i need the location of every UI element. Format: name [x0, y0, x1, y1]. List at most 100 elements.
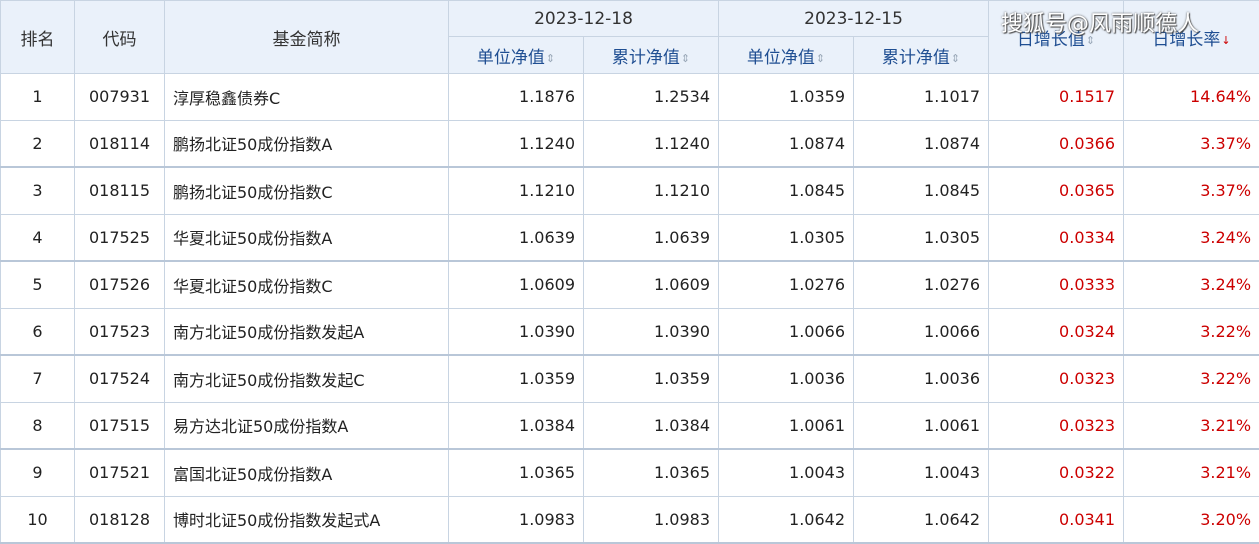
- fund-name-link[interactable]: 南方北证50成份指数发起C: [165, 355, 449, 402]
- sort-desc-icon[interactable]: ↓: [1221, 34, 1230, 47]
- rank-cell: 3: [1, 167, 75, 214]
- daily-rate-cell: 3.37%: [1124, 167, 1259, 214]
- acc-nav-1218-cell: 1.0983: [584, 496, 719, 543]
- table-row: 1007931淳厚稳鑫债券C1.18761.25341.03591.10170.…: [1, 74, 1259, 121]
- header-date-2023-12-15: 2023-12-15: [719, 1, 989, 37]
- sort-icon[interactable]: ⇕: [951, 52, 960, 65]
- fund-name-link[interactable]: 鹏扬北证50成份指数C: [165, 167, 449, 214]
- header-daily-rate[interactable]: 日增长率↓: [1124, 1, 1259, 74]
- daily-change-cell: 0.1517: [989, 74, 1124, 121]
- unit-nav-1215-cell: 1.0359: [719, 74, 854, 121]
- daily-rate-cell: 3.21%: [1124, 449, 1259, 496]
- header-unit-nav-1215[interactable]: 单位净值⇕: [719, 37, 854, 74]
- unit-nav-1218-cell: 1.1876: [449, 74, 584, 121]
- daily-rate-cell: 3.24%: [1124, 261, 1259, 308]
- daily-rate-cell: 14.64%: [1124, 74, 1259, 121]
- acc-nav-1215-cell: 1.0066: [854, 308, 989, 355]
- sort-icon[interactable]: ⇕: [546, 52, 555, 65]
- acc-nav-1218-cell: 1.0384: [584, 402, 719, 449]
- acc-nav-1218-cell: 1.1210: [584, 167, 719, 214]
- daily-rate-cell: 3.24%: [1124, 214, 1259, 261]
- fund-code-link[interactable]: 018114: [75, 120, 165, 167]
- acc-nav-1218-cell: 1.0609: [584, 261, 719, 308]
- daily-change-cell: 0.0333: [989, 261, 1124, 308]
- table-row: 6017523南方北证50成份指数发起A1.03901.03901.00661.…: [1, 308, 1259, 355]
- unit-nav-1218-cell: 1.0390: [449, 308, 584, 355]
- fund-name-link[interactable]: 鹏扬北证50成份指数A: [165, 120, 449, 167]
- table-row: 3018115鹏扬北证50成份指数C1.12101.12101.08451.08…: [1, 167, 1259, 214]
- table-row: 4017525华夏北证50成份指数A1.06391.06391.03051.03…: [1, 214, 1259, 261]
- fund-code-link[interactable]: 017526: [75, 261, 165, 308]
- header-date-2023-12-18: 2023-12-18: [449, 1, 719, 37]
- fund-name-link[interactable]: 富国北证50成份指数A: [165, 449, 449, 496]
- fund-ranking-table: 排名 代码 基金简称 2023-12-18 2023-12-15 日增长值⇕ 日…: [0, 0, 1259, 544]
- header-daily-change[interactable]: 日增长值⇕: [989, 1, 1124, 74]
- header-acc-nav-1215[interactable]: 累计净值⇕: [854, 37, 989, 74]
- fund-name-link[interactable]: 淳厚稳鑫债券C: [165, 74, 449, 121]
- fund-code-link[interactable]: 018115: [75, 167, 165, 214]
- unit-nav-1215-cell: 1.0874: [719, 120, 854, 167]
- rank-cell: 5: [1, 261, 75, 308]
- rank-cell: 9: [1, 449, 75, 496]
- fund-name-link[interactable]: 易方达北证50成份指数A: [165, 402, 449, 449]
- fund-code-link[interactable]: 017521: [75, 449, 165, 496]
- header-acc-nav-1218[interactable]: 累计净值⇕: [584, 37, 719, 74]
- table-row: 5017526华夏北证50成份指数C1.06091.06091.02761.02…: [1, 261, 1259, 308]
- table-row: 7017524南方北证50成份指数发起C1.03591.03591.00361.…: [1, 355, 1259, 402]
- fund-code-link[interactable]: 018128: [75, 496, 165, 543]
- unit-nav-1215-cell: 1.0036: [719, 355, 854, 402]
- table-row: 2018114鹏扬北证50成份指数A1.12401.12401.08741.08…: [1, 120, 1259, 167]
- unit-nav-1218-cell: 1.0609: [449, 261, 584, 308]
- rank-cell: 6: [1, 308, 75, 355]
- unit-nav-1215-cell: 1.0066: [719, 308, 854, 355]
- fund-name-link[interactable]: 华夏北证50成份指数C: [165, 261, 449, 308]
- fund-code-link[interactable]: 017525: [75, 214, 165, 261]
- fund-code-link[interactable]: 017523: [75, 308, 165, 355]
- unit-nav-1215-cell: 1.0061: [719, 402, 854, 449]
- fund-code-link[interactable]: 017515: [75, 402, 165, 449]
- acc-nav-1218-cell: 1.0390: [584, 308, 719, 355]
- header-code: 代码: [75, 1, 165, 74]
- daily-change-cell: 0.0322: [989, 449, 1124, 496]
- daily-rate-cell: 3.20%: [1124, 496, 1259, 543]
- unit-nav-1215-cell: 1.0305: [719, 214, 854, 261]
- rank-cell: 4: [1, 214, 75, 261]
- daily-change-cell: 0.0341: [989, 496, 1124, 543]
- fund-name-link[interactable]: 南方北证50成份指数发起A: [165, 308, 449, 355]
- header-rank: 排名: [1, 1, 75, 74]
- acc-nav-1215-cell: 1.0845: [854, 167, 989, 214]
- rank-cell: 1: [1, 74, 75, 121]
- unit-nav-1218-cell: 1.0365: [449, 449, 584, 496]
- sort-icon[interactable]: ⇕: [816, 52, 825, 65]
- unit-nav-1215-cell: 1.0043: [719, 449, 854, 496]
- rank-cell: 8: [1, 402, 75, 449]
- daily-change-cell: 0.0334: [989, 214, 1124, 261]
- acc-nav-1215-cell: 1.0305: [854, 214, 989, 261]
- acc-nav-1215-cell: 1.0276: [854, 261, 989, 308]
- unit-nav-1215-cell: 1.0845: [719, 167, 854, 214]
- acc-nav-1215-cell: 1.0874: [854, 120, 989, 167]
- unit-nav-1218-cell: 1.0384: [449, 402, 584, 449]
- acc-nav-1215-cell: 1.0642: [854, 496, 989, 543]
- header-unit-nav-1218[interactable]: 单位净值⇕: [449, 37, 584, 74]
- daily-change-cell: 0.0365: [989, 167, 1124, 214]
- header-fund-name: 基金简称: [165, 1, 449, 74]
- fund-name-link[interactable]: 博时北证50成份指数发起式A: [165, 496, 449, 543]
- fund-code-link[interactable]: 007931: [75, 74, 165, 121]
- acc-nav-1215-cell: 1.0043: [854, 449, 989, 496]
- fund-code-link[interactable]: 017524: [75, 355, 165, 402]
- acc-nav-1218-cell: 1.2534: [584, 74, 719, 121]
- unit-nav-1215-cell: 1.0276: [719, 261, 854, 308]
- daily-change-cell: 0.0323: [989, 355, 1124, 402]
- daily-change-cell: 0.0323: [989, 402, 1124, 449]
- table-row: 9017521富国北证50成份指数A1.03651.03651.00431.00…: [1, 449, 1259, 496]
- fund-name-link[interactable]: 华夏北证50成份指数A: [165, 214, 449, 261]
- sort-icon[interactable]: ⇕: [1086, 34, 1095, 47]
- daily-rate-cell: 3.37%: [1124, 120, 1259, 167]
- acc-nav-1215-cell: 1.0036: [854, 355, 989, 402]
- sort-icon[interactable]: ⇕: [681, 52, 690, 65]
- rank-cell: 10: [1, 496, 75, 543]
- daily-change-cell: 0.0366: [989, 120, 1124, 167]
- table-row: 8017515易方达北证50成份指数A1.03841.03841.00611.0…: [1, 402, 1259, 449]
- daily-rate-cell: 3.22%: [1124, 308, 1259, 355]
